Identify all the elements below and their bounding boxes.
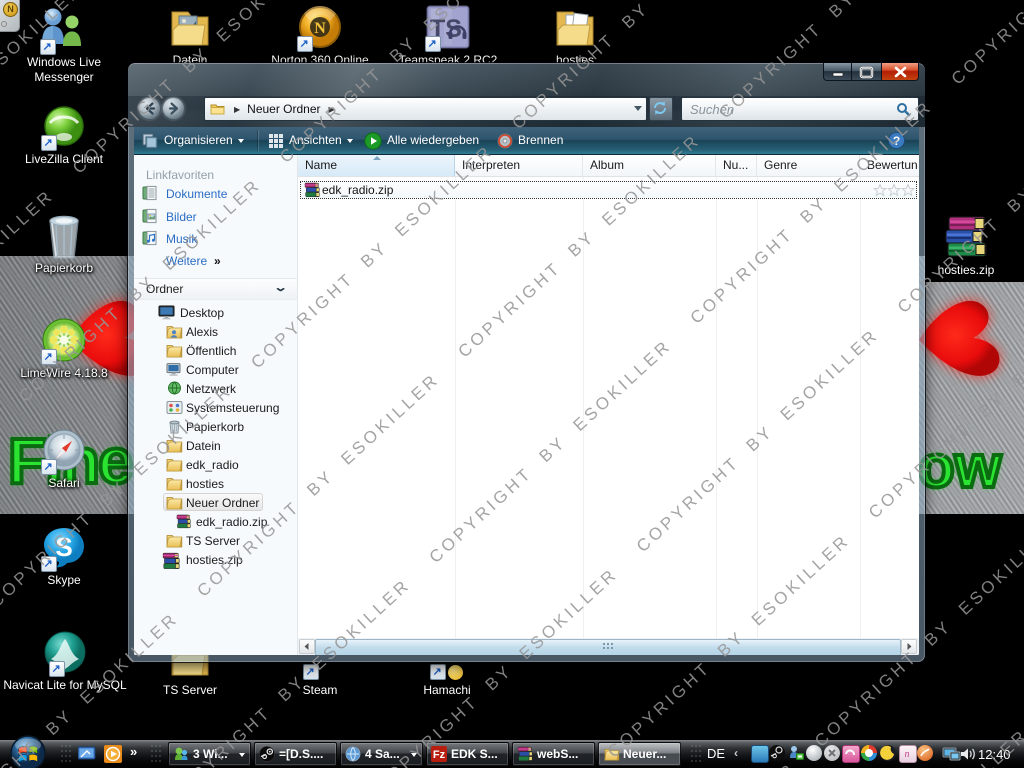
svg-text:Fz: Fz: [433, 749, 446, 761]
svg-text:n: n: [905, 749, 910, 760]
svg-text:S: S: [55, 532, 72, 562]
svg-text:N: N: [314, 20, 326, 37]
svg-text:?: ?: [893, 134, 900, 148]
